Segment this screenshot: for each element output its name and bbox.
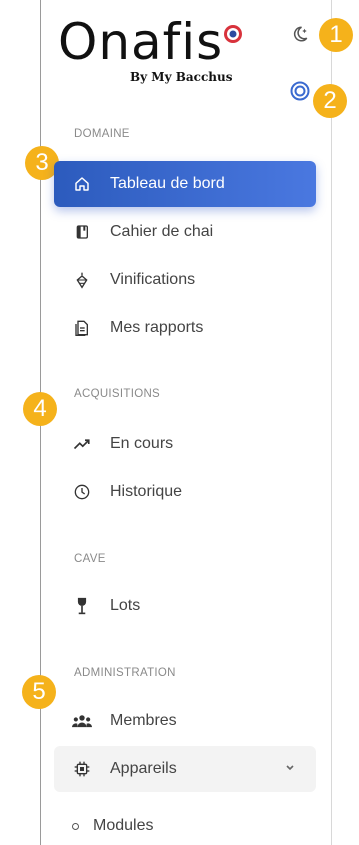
notebook-icon	[72, 222, 92, 242]
nav-appareils[interactable]: Appareils	[54, 746, 316, 792]
nav-tableau-de-bord[interactable]: Tableau de bord	[54, 161, 316, 207]
nav-membres[interactable]: Membres	[54, 698, 316, 744]
nav-label: Cahier de chai	[110, 223, 214, 240]
section-administration: ADMINISTRATION	[74, 667, 176, 679]
nav-en-cours[interactable]: En cours	[54, 421, 316, 467]
report-icon	[72, 318, 92, 338]
trend-icon	[72, 434, 92, 454]
badge-2: 2	[313, 84, 347, 118]
chevron-down-icon	[286, 765, 294, 771]
nav-label: Membres	[110, 712, 177, 729]
section-acquisitions: ACQUISITIONS	[74, 388, 161, 400]
collapse-sidebar-button[interactable]	[288, 79, 312, 103]
home-icon	[72, 174, 92, 194]
moon-icon	[293, 26, 308, 42]
nav-historique[interactable]: Historique	[54, 469, 316, 515]
nav-label: Mes rapports	[110, 319, 204, 336]
section-cave: CAVE	[74, 553, 106, 565]
logo-subtitle: By My Bacchus	[130, 70, 233, 84]
nav-mes-rapports[interactable]: Mes rapports	[54, 305, 316, 351]
theme-toggle-button[interactable]	[288, 22, 312, 46]
badge-5: 5	[22, 675, 56, 709]
nav-vinifications[interactable]: Vinifications	[54, 257, 316, 303]
nav-label: Vinifications	[110, 271, 196, 288]
wine-glass-icon	[72, 596, 92, 616]
chip-icon	[72, 759, 92, 779]
logo-target-dot-icon	[224, 25, 242, 43]
nav-label: Historique	[110, 483, 183, 500]
nav-label: En cours	[110, 435, 174, 452]
bullet-icon	[72, 822, 79, 830]
nav-label: Appareils	[110, 760, 177, 777]
section-domaine: DOMAINE	[74, 128, 130, 140]
badge-4: 4	[23, 392, 57, 426]
badge-1: 1	[319, 18, 353, 52]
clock-icon	[72, 482, 92, 502]
logo-wordmark: Onafis	[58, 13, 224, 71]
nav-label: Lots	[110, 597, 141, 614]
nav-label: Tableau de bord	[110, 175, 225, 192]
logo: Onafis By My Bacchus	[58, 13, 278, 94]
sidebar-right-border	[331, 0, 332, 845]
nav-cahier-de-chai[interactable]: Cahier de chai	[54, 209, 316, 255]
nav-modules[interactable]: Modules	[72, 817, 153, 835]
grape-icon	[72, 270, 92, 290]
target-icon	[290, 81, 310, 101]
nav-lots[interactable]: Lots	[54, 583, 316, 629]
people-icon	[72, 711, 92, 731]
nav-label: Modules	[93, 817, 154, 834]
